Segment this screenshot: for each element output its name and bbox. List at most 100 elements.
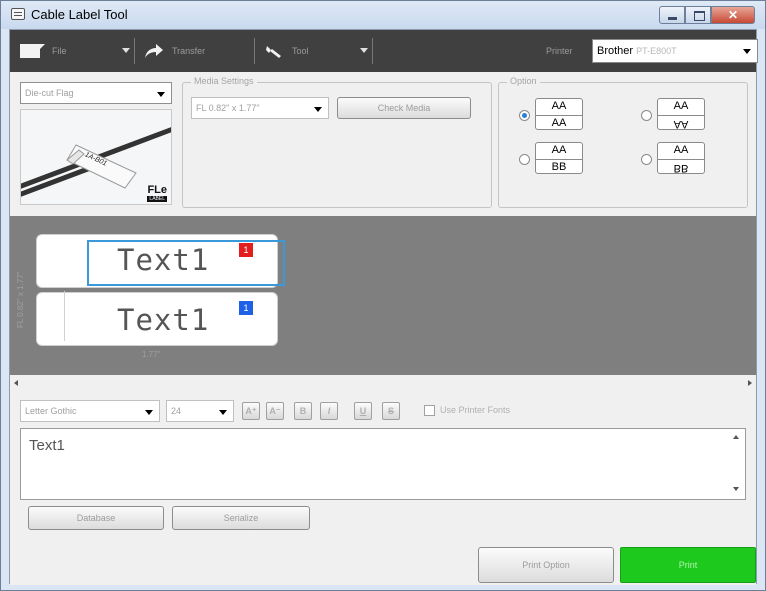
option-radio-4[interactable] — [641, 154, 652, 165]
media-size-dropdown[interactable]: FL 0.82" x 1.77" — [191, 97, 329, 119]
app-icon — [11, 8, 25, 20]
font-size-decrease-icon: A⁻ — [269, 405, 281, 416]
text-editor-panel: Letter Gothic 24 A⁺ A⁻ B I U S Use Print… — [10, 392, 756, 585]
title-bar: Cable Label Tool ✕ — [1, 1, 765, 29]
option-2-top: AA — [673, 100, 689, 112]
toolbar-divider — [254, 38, 255, 64]
font-size-value: 24 — [171, 406, 182, 416]
option-preview-3[interactable]: AA BB — [535, 142, 583, 174]
chevron-down-icon — [157, 92, 165, 97]
wrench-icon — [266, 46, 281, 58]
label-preview-card[interactable]: Text1 1 — [36, 234, 285, 288]
label-preview-card[interactable]: Text1 1 — [36, 291, 278, 346]
underline-button[interactable]: U — [354, 402, 372, 420]
scroll-left-icon[interactable] — [14, 380, 18, 386]
option-4-bottom: BB — [658, 159, 704, 174]
media-settings-label: Media Settings — [191, 76, 257, 86]
font-size-increase-button[interactable]: A⁺ — [242, 402, 260, 420]
file-menu-chevron-down-icon[interactable] — [122, 48, 130, 53]
label-preview-area: FL 0.82" x 1.77" Text1 1 Text1 1 1.77" — [10, 216, 756, 375]
option-2-bottom-text: AA — [673, 118, 689, 130]
maximize-button[interactable] — [685, 6, 711, 24]
label-text[interactable]: Text1 — [117, 303, 209, 337]
label-text[interactable]: Text1 — [117, 243, 209, 277]
tool-menu-chevron-down-icon[interactable] — [360, 48, 368, 53]
printer-dropdown[interactable]: Brother PT-E800T — [592, 39, 758, 63]
media-size-value: FL 0.82" x 1.77" — [196, 103, 260, 113]
option-radio-1[interactable] — [519, 110, 530, 121]
check-media-button[interactable]: Check Media — [337, 97, 471, 119]
application-type-dropdown[interactable]: Die-cut Flag — [20, 82, 172, 104]
print-option-label: Print Option — [522, 560, 570, 570]
italic-button[interactable]: I — [320, 402, 338, 420]
client-area: File Transfer Tool Printer Brother PT-E8… — [9, 29, 758, 585]
option-preview-2[interactable]: AA AA — [657, 98, 705, 130]
option-preview-1[interactable]: AA AA — [535, 98, 583, 130]
bold-button[interactable]: B — [294, 402, 312, 420]
chevron-down-icon — [145, 410, 153, 415]
strikethrough-button[interactable]: S — [382, 402, 400, 420]
page-number-badge: 1 — [239, 243, 253, 257]
chevron-down-icon — [314, 107, 322, 112]
media-settings-group: Media Settings FL 0.82" x 1.77" Check Me… — [182, 76, 492, 208]
transfer-arrow-icon — [145, 44, 163, 58]
vertical-dimension-label: FL 0.82" x 1.77" — [16, 271, 25, 328]
font-size-dropdown[interactable]: 24 — [166, 400, 234, 422]
flag-label-image: 1A-B01 FLe LABEL — [20, 109, 172, 205]
option-radio-3[interactable] — [519, 154, 530, 165]
font-size-increase-icon: A⁺ — [245, 405, 257, 416]
option-2-bottom: AA — [658, 115, 704, 130]
font-size-decrease-button[interactable]: A⁻ — [266, 402, 284, 420]
minimize-button[interactable] — [659, 6, 685, 24]
flag-logo: FLe LABEL — [147, 185, 167, 202]
scroll-down-icon[interactable] — [733, 487, 739, 491]
use-printer-fonts-label: Use Printer Fonts — [440, 405, 511, 415]
option-3-top: AA — [551, 144, 567, 156]
toolbar-divider — [134, 38, 135, 64]
option-label: Option — [507, 76, 540, 86]
transfer-button[interactable]: Transfer — [144, 30, 205, 72]
database-label: Database — [76, 513, 116, 523]
file-menu-label: File — [52, 46, 67, 56]
window-controls: ✕ — [659, 6, 755, 24]
option-4-bottom-text: BB — [673, 162, 689, 174]
italic-icon: I — [327, 406, 331, 416]
option-3-bottom: BB — [536, 159, 582, 174]
option-preview-4[interactable]: AA BB — [657, 142, 705, 174]
option-radio-2[interactable] — [641, 110, 652, 121]
printer-model: PT-E800T — [636, 46, 677, 56]
serialize-button[interactable]: Serialize — [172, 506, 310, 530]
print-label: Print — [678, 560, 698, 570]
option-1-top: AA — [551, 100, 567, 112]
label-settings-panel: Die-cut Flag 1A-B01 FLe LABEL Media Sett… — [10, 72, 756, 216]
use-printer-fonts-checkbox[interactable] — [424, 405, 435, 416]
page-number-badge: 1 — [239, 301, 253, 315]
font-family-dropdown[interactable]: Letter Gothic — [20, 400, 160, 422]
label-text-value: Text1 — [29, 437, 65, 454]
app-window: Cable Label Tool ✕ File Transfer Tool Pr… — [0, 0, 766, 591]
check-media-label: Check Media — [377, 103, 431, 113]
transfer-label: Transfer — [172, 46, 206, 56]
print-button[interactable]: Print — [620, 547, 756, 583]
horizontal-dimension-label: 1.77" — [142, 350, 161, 359]
close-button[interactable]: ✕ — [711, 6, 755, 24]
scroll-right-icon[interactable] — [748, 380, 752, 386]
database-button[interactable]: Database — [28, 506, 164, 530]
file-menu[interactable]: File — [20, 30, 67, 72]
bold-icon: B — [299, 406, 307, 416]
serialize-label: Serialize — [223, 513, 259, 523]
close-icon: ✕ — [727, 8, 739, 22]
label-text-input[interactable]: Text1 — [20, 428, 746, 500]
scroll-up-icon[interactable] — [733, 435, 739, 439]
horizontal-scrollbar[interactable] — [10, 375, 756, 392]
printer-label: Printer — [546, 46, 573, 56]
underline-icon: U — [359, 406, 367, 416]
tool-menu-label: Tool — [292, 46, 309, 56]
chevron-down-icon — [743, 49, 751, 54]
print-option-button[interactable]: Print Option — [478, 547, 614, 583]
flag-logo-sub: LABEL — [147, 196, 167, 202]
option-4-top: AA — [673, 144, 689, 156]
chevron-down-icon — [219, 410, 227, 415]
option-group: Option AA AA AA AA AA BB AA BB — [498, 76, 748, 208]
tool-menu[interactable]: Tool — [264, 30, 309, 72]
